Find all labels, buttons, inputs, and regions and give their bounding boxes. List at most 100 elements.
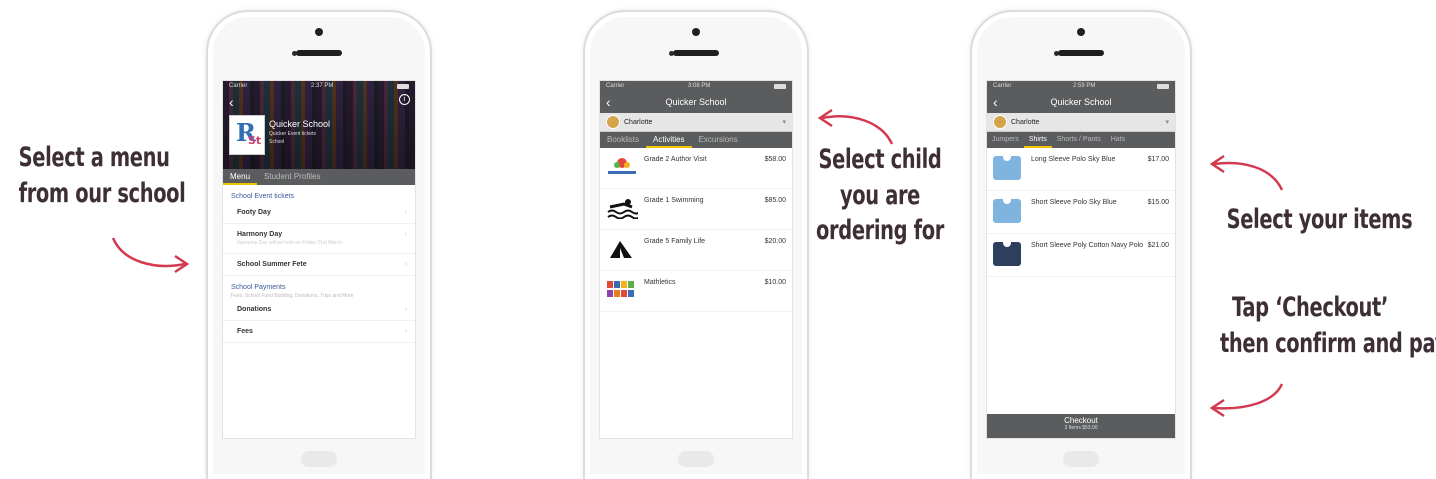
checkout-label: Checkout: [1064, 416, 1098, 425]
status-bar: Carrier 2:37 PM: [223, 81, 415, 91]
caption-line: Select a menu: [18, 142, 170, 173]
checkout-button[interactable]: Checkout 3 Items $53.00: [987, 414, 1175, 438]
shirt-thumbnail: [993, 199, 1025, 223]
item-label: Harmony Day: [237, 231, 283, 238]
camera: [1077, 28, 1085, 36]
tab-booklists[interactable]: Booklists: [600, 132, 646, 148]
child-name: Charlotte: [1011, 118, 1040, 126]
clock: 2:37 PM: [310, 83, 334, 89]
chevron-right-icon: ›: [404, 306, 407, 313]
shirt-thumbnail: [993, 242, 1025, 266]
battery-icon: [396, 83, 409, 89]
battery-icon: [773, 83, 786, 89]
home-button[interactable]: [301, 451, 337, 467]
camera: [692, 28, 700, 36]
tab-hats[interactable]: Hats: [1106, 132, 1130, 148]
screen: Carrier 2:37 PM ‹ i R St Quicker School Q…: [222, 80, 416, 439]
phone-activities: Carrier 3:08 PM ‹ Quicker School Charlot…: [583, 10, 809, 479]
chevron-down-icon: ▾: [1165, 119, 1169, 126]
tab-shorts-pants[interactable]: Shorts / Pants: [1052, 132, 1106, 148]
product-name: Mathletics: [644, 279, 676, 286]
child-name: Charlotte: [624, 118, 653, 126]
battery-icon: [1156, 83, 1169, 89]
list-item[interactable]: Donations ›: [223, 299, 415, 321]
list-item[interactable]: Grade 5 Family Life $20.00: [600, 230, 792, 271]
list-item[interactable]: Long Sleeve Polo Sky Blue $17.00: [987, 148, 1175, 191]
child-selector[interactable]: Charlotte ▾: [600, 113, 792, 132]
nav-title: Quicker School: [1050, 97, 1112, 107]
school-type: School: [269, 139, 285, 145]
caption-tap-checkout: Tap ‘Checkout’ then confirm and pay: [1220, 290, 1436, 361]
child-selector[interactable]: Charlotte ▾: [987, 113, 1175, 132]
product-price: $17.00: [1147, 156, 1169, 163]
caption-select-menu: Select a menu from our school: [18, 140, 186, 211]
list-item[interactable]: Grade 1 Swimming $85.00: [600, 189, 792, 230]
tab-excursions[interactable]: Excursions: [692, 132, 745, 148]
item-label: Donations: [237, 306, 272, 313]
list-item[interactable]: Short Sleeve Poly Cotton Navy Polo $21.0…: [987, 234, 1175, 277]
back-icon[interactable]: ‹: [993, 94, 998, 110]
avatar: [606, 115, 620, 129]
numbers-icon: [606, 279, 638, 301]
arrow-icon: [817, 108, 894, 145]
school-subtitle: Quicker Event tickets: [269, 131, 316, 137]
screen: Carrier 3:08 PM ‹ Quicker School Charlot…: [599, 80, 793, 439]
nav-title: Quicker School: [665, 97, 727, 107]
item-subtitle: Harmony Day will be held on Friday 21st …: [237, 240, 343, 246]
carrier: Carrier: [229, 83, 248, 89]
tab-bar: Menu Student Profiles: [223, 169, 415, 185]
tab-student-profiles[interactable]: Student Profiles: [257, 169, 327, 185]
product-name: Grade 2 Author Visit: [644, 156, 707, 163]
list-item[interactable]: Mathletics $10.00: [600, 271, 792, 312]
caption-select-items: Select your items: [1227, 202, 1413, 238]
caption-line: from our school: [18, 177, 186, 209]
product-price: $58.00: [764, 156, 786, 163]
product-list: Grade 2 Author Visit $58.00 Grade 1 Swim…: [600, 148, 792, 312]
home-button[interactable]: [1063, 451, 1099, 467]
tab-shirts[interactable]: Shirts: [1023, 132, 1052, 148]
product-name: Grade 1 Swimming: [644, 197, 704, 204]
tab-menu[interactable]: Menu: [223, 169, 258, 185]
tab-jumpers[interactable]: Jumpers: [987, 132, 1024, 148]
caption-select-child: Select child you are ordering for: [812, 142, 949, 249]
item-label: School Summer Fete: [237, 261, 307, 268]
product-name: Grade 5 Family Life: [644, 238, 706, 245]
list-item[interactable]: Footy Day ›: [223, 202, 415, 224]
item-label: Footy Day: [237, 209, 271, 216]
swimmer-icon: [606, 197, 641, 220]
caption-line: you are: [839, 179, 921, 211]
shirt-icon: [993, 199, 1021, 223]
chevron-right-icon: ›: [404, 209, 407, 216]
list-item[interactable]: Harmony Day Harmony Day will be held on F…: [223, 224, 415, 254]
status-bar: Carrier 3:08 PM: [600, 81, 792, 91]
speaker: [1058, 50, 1104, 56]
section-header: School Payments: [231, 284, 286, 291]
chevron-right-icon: ›: [404, 261, 407, 268]
tab-activities[interactable]: Activities: [646, 132, 692, 148]
arrow-icon: [1209, 383, 1284, 418]
list-item[interactable]: Grade 2 Author Visit $58.00: [600, 148, 792, 189]
list-item[interactable]: Fees ›: [223, 321, 415, 343]
phone-uniforms: Carrier 2:59 PM ‹ Quicker School Charlot…: [970, 10, 1192, 479]
arrow-icon: [111, 237, 190, 274]
list-item[interactable]: School Summer Fete ›: [223, 254, 415, 276]
product-name: Long Sleeve Polo Sky Blue: [1031, 156, 1116, 163]
tab-bar: Booklists Activities Excursions: [600, 132, 792, 148]
clock: 3:08 PM: [687, 83, 711, 89]
item-label: Fees: [237, 328, 253, 335]
product-price: $21.00: [1147, 242, 1169, 249]
info-icon[interactable]: i: [399, 94, 410, 105]
product-name: Short Sleeve Poly Cotton Navy Polo: [1031, 242, 1144, 249]
home-button[interactable]: [678, 451, 714, 467]
chevron-down-icon: ▾: [782, 119, 786, 126]
back-icon[interactable]: ‹: [229, 94, 234, 110]
tent-icon: [606, 238, 638, 260]
phone-menu: Carrier 2:37 PM ‹ i R St Quicker School Q…: [206, 10, 432, 479]
school-name: Quicker School: [269, 119, 331, 129]
clock: 2:59 PM: [1072, 83, 1096, 89]
product-price: $20.00: [764, 238, 786, 245]
back-icon[interactable]: ‹: [606, 94, 611, 110]
nav-bar: ‹ Quicker School: [987, 91, 1175, 113]
list-item[interactable]: Short Sleeve Polo Sky Blue $15.00: [987, 191, 1175, 234]
avatar: [993, 115, 1007, 129]
